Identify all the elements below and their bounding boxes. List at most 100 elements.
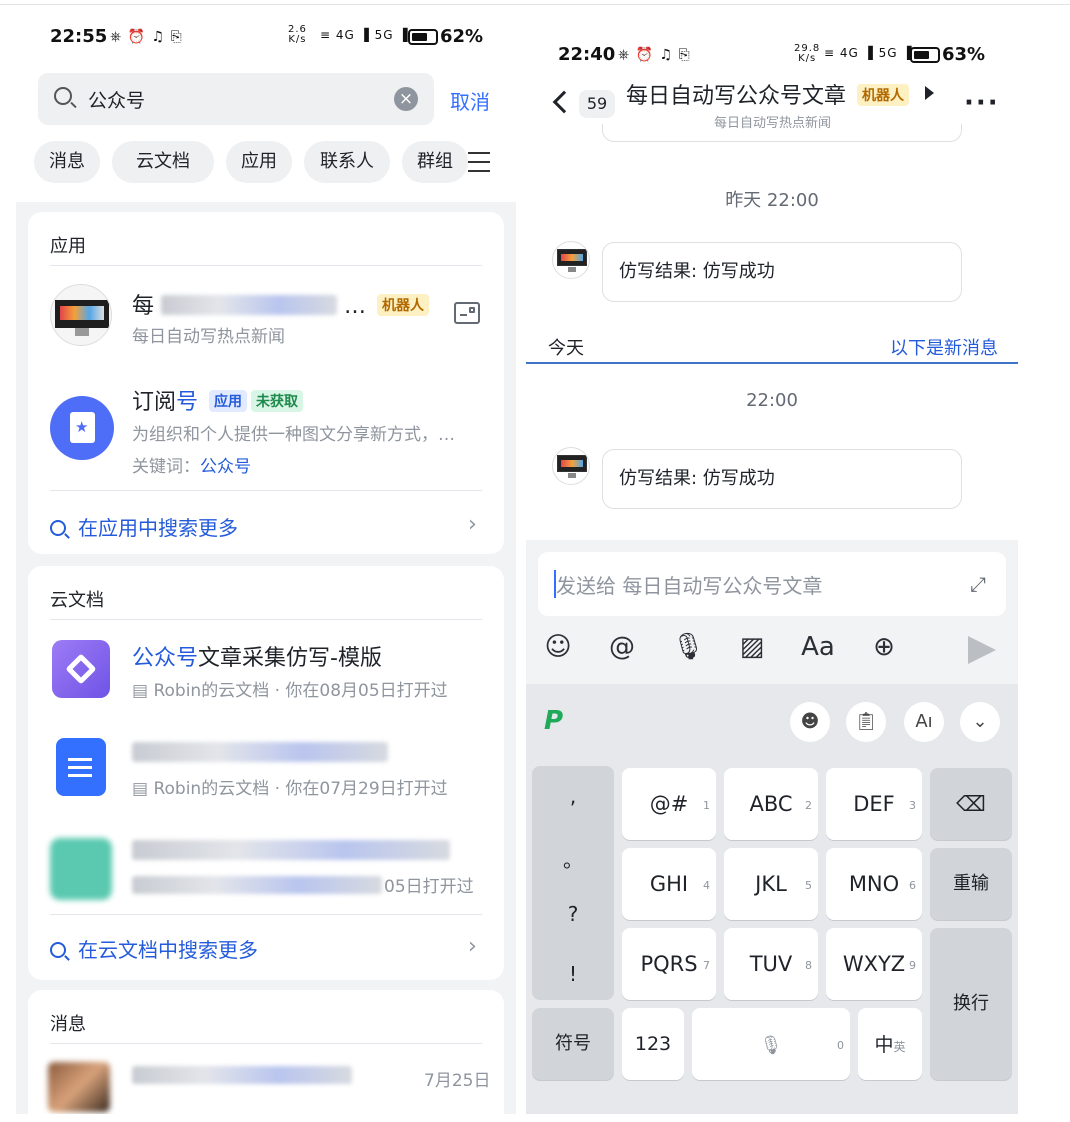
bot-avatar[interactable] bbox=[552, 447, 590, 485]
message-result[interactable]: 7月25日 bbox=[28, 1050, 504, 1112]
cancel-button[interactable]: 取消 bbox=[450, 86, 490, 115]
timestamp: 昨天 22:00 bbox=[725, 190, 819, 211]
doc-title: 公众号文章采集仿写-模版 bbox=[132, 646, 382, 671]
profile-card-icon[interactable] bbox=[454, 302, 480, 324]
doc-icon: ▤ bbox=[132, 681, 154, 701]
key-exclamation[interactable]: ! bbox=[532, 962, 614, 986]
numbers-key[interactable]: 123 bbox=[622, 1008, 684, 1080]
key-5[interactable]: 5 JKL bbox=[724, 848, 818, 920]
chevron-right-icon: › bbox=[468, 512, 477, 537]
avatar bbox=[48, 1062, 110, 1112]
image-icon[interactable]: ▨ bbox=[732, 632, 772, 662]
blurred-text bbox=[161, 295, 338, 315]
chat-screen: 22:40 ⎈ ⏰ ♫ ⎘ 29.8 K/s ≡ 4G ▐ 5G ▐ 63% 59… bbox=[526, 8, 1018, 1114]
emoji-face-icon[interactable]: ☻ bbox=[790, 702, 830, 742]
app-result-bot[interactable]: 每 … 机器人 每日自动写热点新闻 bbox=[28, 272, 504, 362]
punctuation-column: , 。 ? ! bbox=[532, 766, 614, 1000]
blurred-text bbox=[132, 742, 388, 762]
key-question[interactable]: ? bbox=[532, 902, 614, 926]
key-9[interactable]: 9 WXYZ bbox=[826, 928, 922, 1000]
blurred-text bbox=[132, 1066, 352, 1084]
message-date: 7月25日 bbox=[424, 1071, 491, 1091]
doc-meta: ▤ Robin的云文档 · 你在08月05日打开过 bbox=[132, 681, 448, 701]
divider bbox=[50, 1043, 482, 1044]
space-key[interactable]: 0 🎙︎ bbox=[692, 1008, 850, 1080]
message-bubble[interactable]: 仿写结果: 仿写成功 bbox=[602, 242, 962, 302]
network-speed: 29.8 K/s bbox=[794, 43, 821, 64]
message-input[interactable]: 发送给 每日自动写公众号文章 ⤢ bbox=[538, 552, 1006, 616]
signal-icons: ≡ 4G ▐ 5G ▐ bbox=[320, 28, 409, 42]
delete-key[interactable]: ⌫ bbox=[930, 768, 1012, 840]
clear-icon[interactable]: × bbox=[394, 87, 418, 111]
status-time: 22:40 bbox=[558, 44, 616, 65]
expand-triangle-icon[interactable] bbox=[925, 86, 934, 100]
doc-file-icon bbox=[56, 738, 106, 796]
search-more-apps-link[interactable]: 在应用中搜索更多 bbox=[50, 512, 238, 541]
font-icon[interactable]: Aa bbox=[798, 632, 838, 662]
key-1[interactable]: 1 @# bbox=[622, 768, 716, 840]
filter-chip-apps[interactable]: 应用 bbox=[226, 141, 292, 183]
composer: 发送给 每日自动写公众号文章 ⤢ ☺ @ 🎙︎ ▨ Aa ⊕ bbox=[526, 540, 1018, 684]
app-tag: 应用 bbox=[209, 390, 248, 412]
key-4[interactable]: 4 GHI bbox=[622, 848, 716, 920]
symbols-key[interactable]: 符号 bbox=[532, 1008, 614, 1080]
key-6[interactable]: 6 MNO bbox=[826, 848, 922, 920]
chat-title[interactable]: 每日自动写公众号文章 机器人 bbox=[626, 78, 910, 110]
bot-avatar bbox=[50, 284, 112, 346]
doc-template-icon bbox=[52, 640, 110, 698]
mention-icon[interactable]: @ bbox=[602, 632, 642, 662]
section-header: 消息 bbox=[50, 1014, 86, 1035]
bot-avatar[interactable] bbox=[552, 241, 590, 279]
signal-icons: ≡ 4G ▐ 5G ▐ bbox=[824, 46, 913, 60]
key-2[interactable]: 2 ABC bbox=[724, 768, 818, 840]
doc-result[interactable]: 公众号文章采集仿写-模版 ▤ Robin的云文档 · 你在08月05日打开过 bbox=[28, 626, 504, 718]
plus-icon[interactable]: ⊕ bbox=[864, 632, 904, 662]
ai-icon[interactable]: Aı bbox=[904, 702, 944, 742]
filter-chip-groups[interactable]: 群组 bbox=[402, 141, 468, 183]
mic-icon[interactable]: 🎙︎ bbox=[668, 632, 708, 662]
send-icon[interactable] bbox=[968, 636, 996, 664]
doc-meta: 05日打开过 bbox=[384, 877, 474, 897]
section-header: 应用 bbox=[50, 236, 86, 257]
key-8[interactable]: 8 TUV bbox=[724, 928, 818, 1000]
doc-result[interactable]: ▤ Robin的云文档 · 你在07月29日打开过 bbox=[28, 724, 504, 816]
message-bubble[interactable]: 仿写结果: 仿写成功 bbox=[602, 449, 962, 509]
subscription-icon: ★ bbox=[50, 396, 114, 460]
doc-result[interactable]: 05日打开过 bbox=[28, 824, 504, 916]
newline-key[interactable]: 换行 bbox=[930, 928, 1012, 1080]
app-title: 订阅号 应用 未获取 bbox=[132, 384, 304, 416]
keyword-line: 关键词：公众号 bbox=[132, 457, 251, 477]
search-icon bbox=[50, 942, 66, 958]
key-7[interactable]: 7 PQRS bbox=[622, 928, 716, 1000]
reenter-key[interactable]: 重输 bbox=[930, 848, 1012, 920]
filter-chip-docs[interactable]: 云文档 bbox=[112, 141, 214, 183]
menu-icon[interactable] bbox=[468, 152, 490, 172]
not-acquired-tag: 未获取 bbox=[251, 390, 304, 412]
unread-count-badge[interactable]: 59 bbox=[579, 90, 615, 118]
doc-sheet-icon bbox=[50, 838, 112, 900]
new-messages-divider: 今天 以下是新消息 bbox=[526, 326, 1018, 364]
divider bbox=[50, 619, 482, 620]
ime-logo-icon[interactable]: P bbox=[544, 706, 563, 736]
expand-icon[interactable]: ⤢ bbox=[970, 572, 986, 596]
key-period[interactable]: 。 bbox=[532, 844, 614, 873]
clipboard-icon[interactable]: 📋︎ bbox=[846, 702, 886, 742]
divider bbox=[50, 490, 482, 491]
search-screen: 22:55 ⎈ ⏰ ♫ ⎘ 2.6 K/s ≡ 4G ▐ 5G ▐ 62% 公众号… bbox=[16, 8, 516, 1114]
emoji-icon[interactable]: ☺ bbox=[538, 632, 578, 662]
search-input[interactable]: 公众号 × bbox=[38, 73, 434, 125]
chevron-right-icon: › bbox=[468, 934, 477, 959]
search-more-docs-link[interactable]: 在云文档中搜索更多 bbox=[50, 934, 258, 963]
filter-chip-messages[interactable]: 消息 bbox=[34, 141, 100, 183]
key-comma[interactable]: , bbox=[532, 784, 614, 808]
back-arrow-icon[interactable] bbox=[552, 90, 576, 114]
app-result-subscription[interactable]: ★ 订阅号 应用 未获取 为组织和个人提供一种图文分享新方式，… 关键词：公众号 bbox=[28, 374, 504, 484]
filter-chip-contacts[interactable]: 联系人 bbox=[304, 141, 390, 183]
language-switch-key[interactable]: 中英 bbox=[858, 1008, 922, 1080]
collapse-keyboard-icon[interactable]: ⌄ bbox=[960, 702, 1000, 742]
keyboard: P ☻ 📋︎ Aı ⌄ , 。 ? ! 1 @# 2 ABC 3 DEF ⌫ 4 GHI… bbox=[526, 684, 1018, 1114]
search-icon bbox=[50, 520, 66, 536]
status-time: 22:55 bbox=[50, 26, 108, 47]
more-options-icon[interactable]: ··· bbox=[964, 88, 1000, 118]
key-3[interactable]: 3 DEF bbox=[826, 768, 922, 840]
